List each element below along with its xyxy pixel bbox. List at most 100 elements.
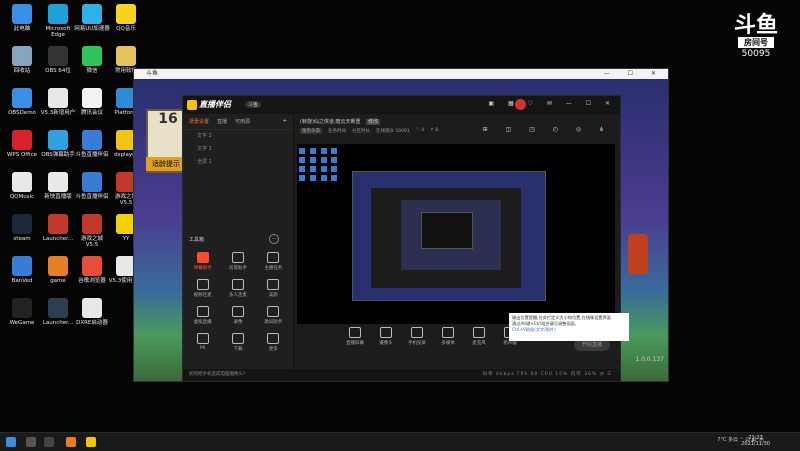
app-icon	[48, 4, 68, 24]
meta-item: 在线观众 50091	[376, 129, 410, 134]
room-title: (斡旋)仙之侠道,暗云天断重	[300, 119, 361, 125]
bottom-control-button[interactable]: 直播屏幕	[344, 327, 366, 367]
desktop-icon-label: OBSDemo	[8, 110, 36, 116]
desktop-icon[interactable]: DXRE启动器	[74, 298, 110, 326]
start-icon[interactable]	[6, 437, 16, 447]
camera-tip-link[interactable]: 如何把手机变成电脑摄像头?	[189, 372, 245, 377]
category-badge[interactable]: 魔兽争霸	[300, 128, 322, 134]
desktop-icon[interactable]: 谷歌浏览器	[74, 256, 110, 284]
app-icon	[82, 214, 102, 234]
scene-item[interactable]: 全屏 1	[183, 156, 293, 169]
task-view-icon[interactable]	[44, 437, 54, 447]
right-toolbar-icons[interactable]: ⊞ ◫ ◳ ◴ ◎ ⋔	[483, 126, 612, 133]
desktop-icon[interactable]: Microsoft Edge	[40, 4, 76, 38]
control-icon	[473, 327, 485, 338]
desktop-icon[interactable]: OBS 64位	[40, 46, 76, 74]
left-panel: 场景设置 直播 可用源 + 文字 2 文字 1 全屏 1 工具箱 ··· 弹幕助…	[183, 114, 294, 369]
desktop-icon[interactable]: WPS Office	[4, 130, 40, 158]
desktop-icon[interactable]: 微信	[74, 46, 110, 74]
control-icon	[442, 327, 454, 338]
tool-button[interactable]: 歌词助手	[256, 306, 291, 325]
add-scene-button[interactable]: +	[283, 118, 287, 125]
toolbox-more-button[interactable]: ···	[269, 234, 279, 244]
stream-preview[interactable]	[297, 144, 615, 324]
tool-button[interactable]: 下载	[220, 333, 255, 352]
desktop-icon[interactable]: BanVed	[4, 256, 40, 284]
desktop-icon[interactable]: 斗鱼直播伴侣	[74, 130, 110, 158]
desktop-icon[interactable]: OBSDemo	[4, 88, 40, 116]
tool-button[interactable]: 更多	[256, 333, 291, 352]
desktop-icon-label: DXRE启动器	[76, 320, 108, 326]
tool-button[interactable]: 多人连麦	[220, 279, 255, 298]
preview-nested-window	[352, 171, 546, 301]
tool-label: 弹幕助手	[193, 266, 212, 271]
desktop-icon[interactable]: 此电脑	[4, 4, 40, 32]
app-window-controls[interactable]: ▣ ▦ ♡ ✉ — ☐ ✕	[488, 100, 616, 107]
tool-button[interactable]: PK	[185, 333, 220, 352]
scene-item[interactable]: 文字 2	[183, 130, 293, 143]
meta-item: ↑ 8	[430, 128, 439, 133]
desktop-icon-label: QQ音乐	[116, 26, 136, 32]
tool-button[interactable]: 视频连麦	[185, 279, 220, 298]
game-window-titlebar[interactable]: 斗鱼 — ☐ ✕	[134, 69, 668, 79]
desktop-icon-label: 网易UU加速器	[74, 26, 110, 32]
desktop-icon-label: WPS Office	[6, 152, 38, 158]
desktop-icon-label: OBS 64位	[45, 68, 71, 74]
desktop-icon[interactable]: 斗鱼直播伴侣	[74, 172, 110, 200]
desktop-icon[interactable]: 网易UU加速器	[74, 4, 110, 32]
tool-button[interactable]: 美颜	[256, 279, 291, 298]
app-icon	[12, 256, 32, 276]
tab-scenes[interactable]: 场景设置	[189, 118, 209, 125]
tab-live[interactable]: 直播	[217, 118, 227, 125]
meta-item: ♡ 4	[415, 128, 425, 133]
desktop-icon-label: 腾讯会议	[80, 110, 103, 116]
tool-button[interactable]: 录像	[220, 306, 255, 325]
desktop-icon[interactable]: 回收站	[4, 46, 40, 74]
desktop-icon[interactable]: Launcher...	[40, 214, 76, 242]
tool-label: PK	[199, 346, 206, 351]
desktop-icon[interactable]: 游戏之城 V5.5	[74, 214, 110, 248]
taskbar-app-icon[interactable]	[66, 437, 76, 447]
desktop-icon[interactable]: WeGame	[4, 298, 40, 326]
desktop-icon-label: OBS弹幕助手	[41, 152, 75, 158]
tool-button[interactable]: 房管助手	[220, 252, 255, 271]
edit-title-button[interactable]: 修改	[366, 119, 381, 125]
version-badge[interactable]: 斗鱼	[245, 101, 262, 108]
bottom-control-button[interactable]: 摄像头	[375, 327, 397, 367]
desktop-icon[interactable]: Launcher...	[40, 298, 76, 326]
desktop-icon-label: 新快直播版	[44, 194, 72, 200]
desktop-icon[interactable]: OBS弹幕助手	[40, 130, 76, 158]
app-icon	[82, 130, 102, 150]
taskbar-app-icon[interactable]	[86, 437, 96, 447]
bottom-control-button[interactable]: 多媒体	[437, 327, 459, 367]
app-brand: 直播伴侣	[187, 99, 231, 110]
app-icon	[48, 256, 68, 276]
douyu-logo: 斗鱼 房间号 50095	[732, 14, 780, 59]
game-window-controls[interactable]: — ☐ ✕	[604, 69, 664, 79]
bottom-control-button[interactable]: 麦克风	[468, 327, 490, 367]
desktop-icon[interactable]: steam	[4, 214, 40, 242]
tool-button[interactable]: 弹幕助手	[185, 252, 220, 271]
app-icon	[116, 4, 136, 24]
clock[interactable]: 21:27 2021/11/30	[741, 435, 770, 447]
tool-label: 下载	[233, 347, 243, 352]
bottom-control-button[interactable]: 手机投屏	[406, 327, 428, 367]
tooltip-link[interactable]: Ctrl+V粘贴(文字/图片)	[512, 327, 556, 332]
desktop-icon[interactable]: game	[40, 256, 76, 284]
tool-button[interactable]: 主播任务	[256, 252, 291, 271]
tool-button[interactable]: 虚拟直播	[185, 306, 220, 325]
app-header: 直播伴侣 斗鱼 ▣ ▦ ♡ ✉ — ☐ ✕	[183, 96, 620, 114]
tab-sources[interactable]: 可用源	[235, 118, 250, 125]
desktop-icon-label: Microsoft Edge	[45, 26, 71, 38]
tool-label: 多人连麦	[228, 293, 247, 298]
search-icon[interactable]	[26, 437, 36, 447]
control-label: 直播屏幕	[346, 341, 364, 346]
scene-item[interactable]: 文字 1	[183, 143, 293, 156]
desktop-icon[interactable]: 新快直播版	[40, 172, 76, 200]
desktop-icon[interactable]: 腾讯会议	[74, 88, 110, 116]
hint-tooltip: 输出位置提醒,任务栏定义大小和位置,在镜像设置界面 通过Alt键+Ctrl组合键…	[509, 313, 629, 341]
control-label: 多媒体	[441, 341, 455, 346]
desktop-icon[interactable]: QQ音乐	[108, 4, 144, 32]
desktop-icon[interactable]: V5.3新增用户	[40, 88, 76, 116]
desktop-icon[interactable]: QQMusic	[4, 172, 40, 200]
